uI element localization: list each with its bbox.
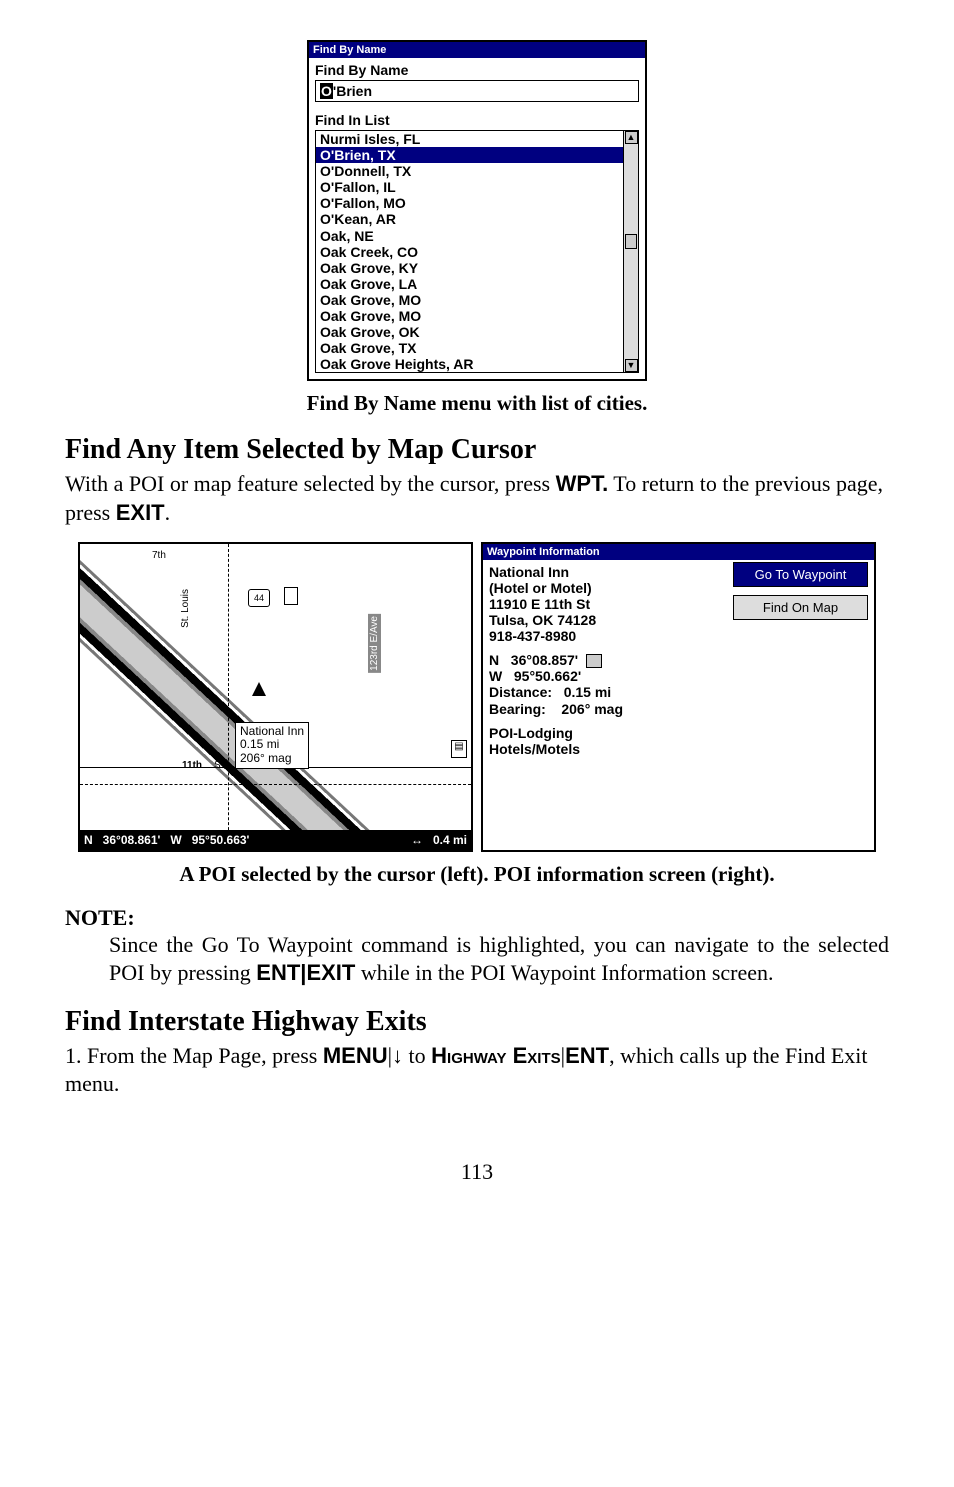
street-stlouis-label: St. Louis (180, 589, 191, 628)
arrows-icon: ↔ (411, 833, 423, 847)
exit-key: EXIT (116, 500, 165, 525)
scale-value: 0.4 mi (433, 833, 467, 847)
map-status-bar: N 36°08.861' W 95°50.663' ↔ 0.4 mi (80, 830, 471, 850)
note-body: Since the Go To Waypoint command is high… (109, 931, 889, 988)
list-item[interactable]: Oak Grove, LA (316, 276, 638, 292)
wp-lat: 36°08.857' (511, 652, 578, 668)
wp-cat1: POI-Lodging (489, 725, 868, 741)
go-to-waypoint-button[interactable]: Go To Waypoint (733, 562, 868, 587)
find-by-name-window: Find By Name Find By Name O'Brien Find I… (307, 40, 647, 381)
list-item[interactable]: O'Fallon, IL (316, 179, 638, 195)
street-123rd-label: 123rd E/Ave (368, 614, 381, 673)
poi-distance: 0.15 mi (240, 738, 304, 752)
wp-lon-dir: W (489, 668, 502, 684)
cursor-triangle-icon (252, 682, 266, 696)
road-vertical (228, 544, 229, 850)
ent-key-2: ENT (565, 1043, 609, 1068)
list-item[interactable]: Oak, NE (316, 228, 638, 244)
street-7th-label: 7th (152, 550, 166, 561)
para2-text-a: 1. From the Map Page, press (65, 1043, 323, 1068)
scroll-track[interactable] (624, 144, 638, 359)
input-rest: 'Brien (333, 83, 372, 99)
wp-lat-dir: N (489, 652, 499, 668)
input-cursor-char: O (320, 83, 333, 99)
find-by-name-input[interactable]: O'Brien (315, 80, 639, 102)
down-arrow-icon: ↓ (392, 1043, 403, 1068)
para1-text-c: . (165, 500, 171, 525)
list-item[interactable]: Oak Grove, KY (316, 260, 638, 276)
list-item[interactable]: Oak Grove, MO (316, 308, 638, 324)
scroll-thumb[interactable] (625, 234, 637, 249)
find-in-list-label: Find In List (309, 108, 645, 130)
city-list[interactable]: Nurmi Isles, FLO'Brien, TXO'Donnell, TXO… (315, 130, 639, 373)
note-heading: NOTE: (65, 905, 889, 931)
section2-heading: Find Interstate Highway Exits (65, 1006, 889, 1038)
list-item[interactable]: O'Brien, TX (316, 147, 638, 163)
wpt-key: WPT. (556, 471, 609, 496)
wp-dist-label: Distance: (489, 684, 552, 700)
highway-graphic (78, 542, 473, 852)
wp-titlebar: Waypoint Information (483, 544, 874, 560)
section1-heading: Find Any Item Selected by Map Cursor (65, 434, 889, 466)
para2-text-b: to (403, 1043, 431, 1068)
scroll-down-icon[interactable]: ▼ (625, 359, 638, 372)
exit-key-2: EXIT (306, 960, 355, 985)
figure1-caption: Find By Name menu with list of cities. (65, 391, 889, 416)
ent-key: ENT (256, 960, 300, 985)
wp-cat2: Hotels/Motels (489, 741, 868, 757)
menu-key: MENU (323, 1043, 388, 1068)
list-item[interactable]: Oak Creek, CO (316, 244, 638, 260)
figure2-caption: A POI selected by the cursor (left). POI… (65, 862, 889, 887)
scroll-up-icon[interactable]: ▲ (625, 131, 638, 144)
para2: 1. From the Map Page, press MENU|↓ to Hi… (65, 1042, 889, 1099)
map-panel: 44 7th St. Louis 123rd E/Ave National In… (78, 542, 473, 852)
wp-phone: 918-437-8980 (489, 628, 868, 644)
highway-shield: 44 (248, 589, 270, 607)
wp-lon: 95°50.662' (514, 668, 581, 684)
list-item[interactable]: Nurmi Isles, FL (316, 131, 638, 147)
poi-bearing: 206° mag (240, 752, 304, 766)
poi-name: National Inn (240, 725, 304, 739)
list-item[interactable]: O'Fallon, MO (316, 195, 638, 211)
north-flag-icon (284, 587, 298, 605)
para1-text-a: With a POI or map feature selected by th… (65, 471, 556, 496)
find-by-name-figure: Find By Name Find By Name O'Brien Find I… (65, 40, 889, 381)
list-item[interactable]: O'Kean, AR (316, 211, 638, 227)
road-horizontal-2 (80, 784, 471, 785)
list-scrollbar[interactable]: ▲ ▼ (623, 131, 638, 372)
list-item[interactable]: Oak Grove, TX (316, 340, 638, 356)
para1: With a POI or map feature selected by th… (65, 470, 889, 527)
scale-control-icon[interactable]: ▤ (451, 740, 467, 758)
lat-dir: N (84, 833, 93, 847)
list-item[interactable]: Oak Grove, OK (316, 324, 638, 340)
flag-icon (586, 654, 602, 668)
list-item[interactable]: Oak Grove Heights, AR (316, 356, 638, 372)
find-on-map-button[interactable]: Find On Map (733, 595, 868, 620)
waypoint-info-panel: Waypoint Information National Inn (Hotel… (481, 542, 876, 852)
wp-dist-value: 0.15 mi (564, 684, 611, 700)
poi-label-box: National Inn 0.15 mi 206° mag (235, 722, 309, 769)
wp-bear-value: 206° mag (561, 701, 623, 717)
lat-value: 36°08.861' (103, 833, 161, 847)
note-text-b: while in the POI Waypoint Information sc… (355, 960, 773, 985)
page-number: 113 (65, 1159, 889, 1185)
window-titlebar: Find By Name (309, 42, 645, 58)
street-11th-suffix: S (214, 760, 221, 771)
list-item[interactable]: O'Donnell, TX (316, 163, 638, 179)
wp-buttons: Go To Waypoint Find On Map (733, 562, 868, 628)
list-item[interactable]: Oak Grove, MO (316, 292, 638, 308)
highway-exits-key: Highway Exits (431, 1043, 560, 1068)
lon-value: 95°50.663' (192, 833, 250, 847)
note-block: NOTE: Since the Go To Waypoint command i… (65, 905, 889, 988)
find-by-name-label: Find By Name (309, 58, 645, 80)
wp-bear-label: Bearing: (489, 701, 546, 717)
lon-dir: W (170, 833, 181, 847)
street-11th-prefix: 11th (182, 760, 202, 771)
dual-figure: 44 7th St. Louis 123rd E/Ave National In… (65, 542, 889, 852)
